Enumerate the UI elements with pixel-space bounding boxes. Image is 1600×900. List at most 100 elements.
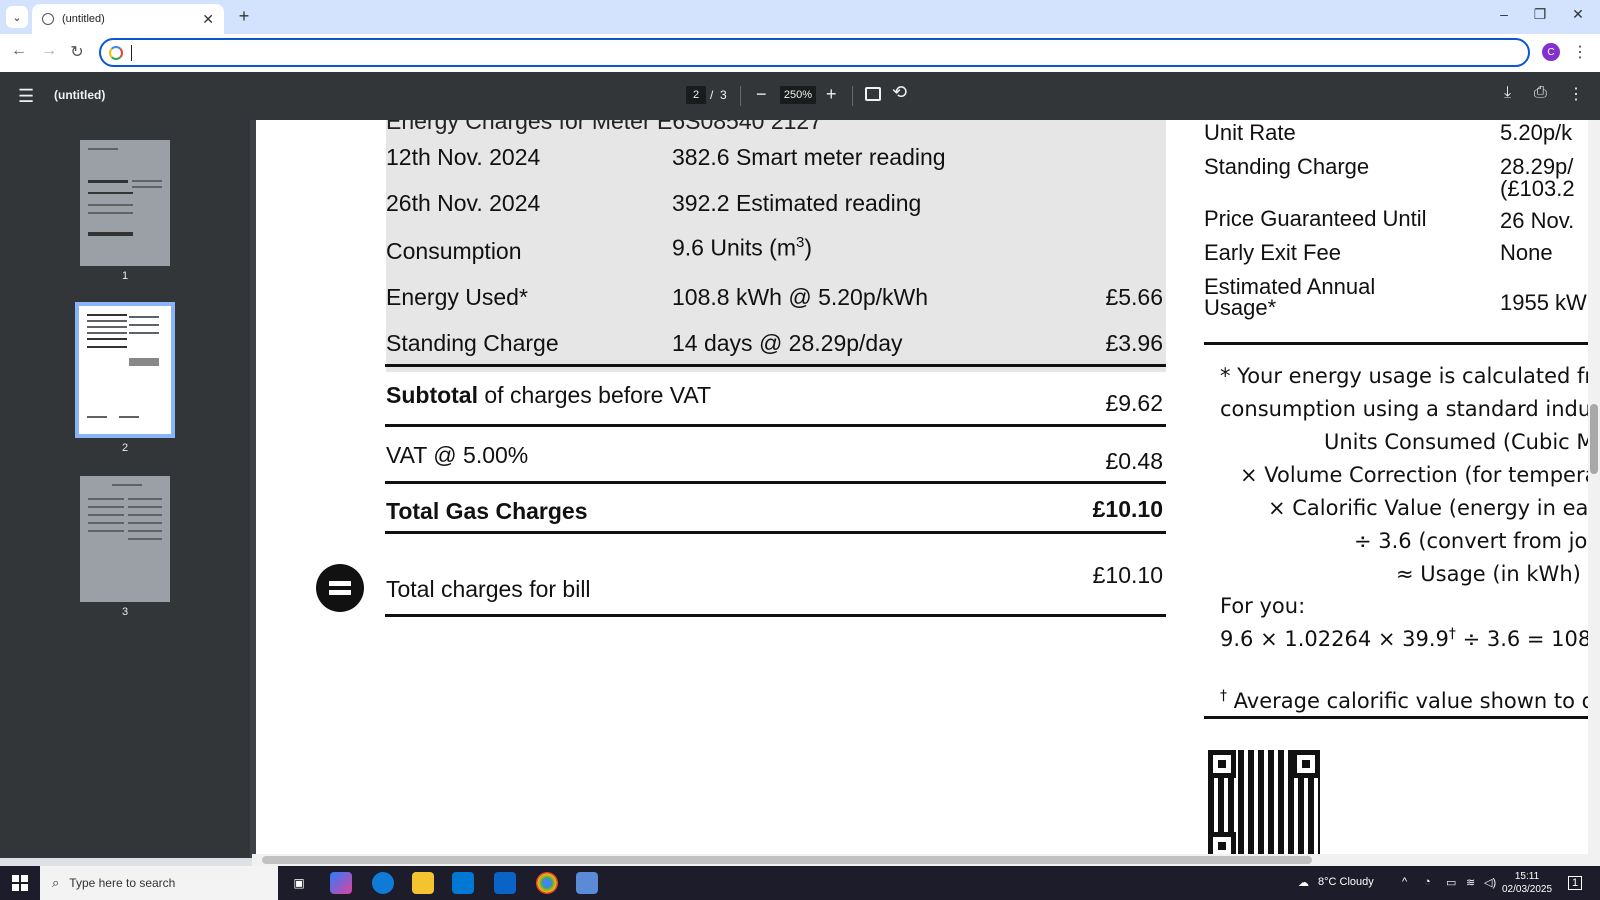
thumbnail-number: 2	[121, 442, 129, 454]
outlook-icon[interactable]	[494, 872, 516, 894]
subtotal-label: Subtotal of charges before VAT	[386, 382, 712, 408]
reading-value: 392.2 Estimated reading	[672, 190, 922, 216]
page-separator: /	[710, 88, 714, 102]
page-thumbnail-3[interactable]	[80, 476, 170, 602]
browser-menu-icon[interactable]: ⋮	[1572, 42, 1588, 62]
edge-icon[interactable]	[372, 872, 394, 894]
taskbar-clock[interactable]: 15:11 02/03/2025	[1502, 870, 1552, 896]
profile-avatar[interactable]: C	[1542, 43, 1560, 61]
consumption-label: Consumption	[386, 238, 522, 264]
tab-close-icon[interactable]: ✕	[202, 11, 214, 28]
tab-title: (untitled)	[62, 13, 105, 25]
new-tab-button[interactable]: +	[234, 6, 254, 27]
divider	[1204, 342, 1588, 345]
text-cursor	[131, 44, 132, 61]
zoom-in-icon[interactable]: +	[826, 84, 837, 105]
tray-chevron-icon[interactable]: ^	[1402, 876, 1407, 888]
fit-to-page-icon[interactable]	[865, 87, 881, 101]
address-bar[interactable]	[99, 38, 1530, 67]
footnote-line: † Average calorific value shown to on	[1220, 688, 1588, 713]
tab-search-chevron-icon[interactable]: ⌄	[6, 6, 28, 28]
task-view-icon[interactable]: ▣	[288, 872, 310, 894]
consumption-value: 9.6 Units (m3)	[672, 234, 812, 261]
battery-icon[interactable]: ▭	[1446, 876, 1456, 889]
tariff-value-annual: (£103.2	[1500, 176, 1575, 201]
notification-badge[interactable]: 1	[1568, 876, 1583, 890]
horizontal-scrollbar[interactable]	[252, 854, 1600, 866]
zoom-input[interactable]: 250%	[780, 86, 816, 104]
divider	[385, 364, 1166, 367]
tariff-label-line2: Usage*	[1204, 295, 1277, 320]
print-icon[interactable]: ⎙	[1534, 84, 1547, 102]
horizontal-scroll-thumb[interactable]	[262, 856, 1312, 864]
app-icon[interactable]	[576, 872, 598, 894]
chrome-icon[interactable]	[536, 872, 558, 894]
standing-charge-value: 14 days @ 28.29p/day	[672, 330, 903, 356]
thumbnail-sidebar: 1 2 3	[0, 120, 252, 858]
standing-charge-amount: £3.96	[1105, 330, 1163, 356]
standing-charge-label: Standing Charge	[386, 330, 559, 356]
page-thumbnail-2[interactable]	[75, 302, 175, 438]
file-explorer-icon[interactable]	[412, 872, 434, 894]
reading-date: 12th Nov. 2024	[386, 144, 541, 170]
page-total: 3	[720, 88, 727, 102]
qr-code	[1208, 750, 1320, 854]
download-icon[interactable]: ⤓	[1504, 84, 1511, 102]
back-arrow-icon[interactable]: ←	[8, 42, 30, 60]
note-line: × Volume Correction (for temperatu	[1240, 463, 1588, 487]
subtotal-amount: £9.62	[1105, 390, 1163, 416]
store-icon[interactable]	[452, 872, 474, 894]
volume-icon[interactable]: ◁)	[1484, 876, 1496, 889]
energy-used-amount: £5.66	[1105, 284, 1163, 310]
divider	[1204, 716, 1588, 719]
note-line: ≈ Usage (in kWh)	[1396, 562, 1581, 586]
zoom-out-icon[interactable]: −	[756, 84, 767, 105]
note-line: For you:	[1220, 594, 1306, 618]
browser-tab[interactable]: (untitled) ✕	[32, 4, 224, 34]
weather-text[interactable]: 8°C Cloudy	[1318, 876, 1374, 888]
minimize-icon[interactable]: –	[1494, 6, 1514, 22]
table-header-partial: Energy Charges for Meter E6S08540 2127	[386, 120, 822, 134]
search-icon: ⌕	[52, 875, 60, 890]
windows-start-icon[interactable]	[12, 875, 28, 891]
total-gas-amount: £10.10	[1092, 496, 1163, 522]
restore-icon[interactable]: ❐	[1530, 6, 1550, 23]
vertical-scrollbar[interactable]	[1588, 120, 1600, 854]
page-number-input[interactable]: 2	[686, 86, 706, 104]
taskbar-search[interactable]: ⌕ Type here to search	[40, 866, 278, 900]
forward-arrow-icon[interactable]: →	[38, 42, 60, 60]
note-line: Units Consumed (Cubic M	[1324, 430, 1588, 454]
divider	[385, 424, 1166, 427]
pdf-page-view[interactable]: Energy Charges for Meter E6S08540 2127 1…	[256, 120, 1588, 854]
tariff-value: 5.20p/k	[1500, 120, 1573, 145]
tab-strip: ⌄ (untitled) ✕ + – ❐ ✕	[0, 0, 1600, 34]
rotate-icon[interactable]: ⟲	[892, 82, 907, 103]
hamburger-menu-icon[interactable]: ☰	[18, 86, 34, 107]
copilot-icon[interactable]	[330, 872, 352, 894]
divider	[385, 614, 1166, 617]
close-window-icon[interactable]: ✕	[1568, 6, 1588, 23]
globe-icon	[42, 13, 54, 25]
tariff-value: 1955 kW	[1500, 290, 1587, 315]
network-icon[interactable]: ◔	[1424, 876, 1431, 888]
equals-icon	[316, 564, 364, 612]
more-actions-icon[interactable]: ⋮	[1568, 84, 1584, 104]
note-line: consumption using a standard industi	[1220, 397, 1588, 421]
vertical-scroll-thumb[interactable]	[1590, 404, 1598, 474]
tariff-label: Price Guaranteed Until	[1204, 206, 1427, 231]
note-line: ÷ 3.6 (convert from joule	[1354, 529, 1588, 553]
wifi-icon[interactable]: ≋	[1466, 876, 1475, 889]
toolbar-divider	[740, 86, 741, 106]
formula-line: 9.6 × 1.02264 × 39.9† ÷ 3.6 = 108.8	[1220, 626, 1588, 651]
reading-date: 26th Nov. 2024	[386, 190, 541, 216]
vat-label: VAT @ 5.00%	[386, 442, 529, 468]
tariff-value: None	[1500, 240, 1553, 265]
vat-amount: £0.48	[1105, 448, 1163, 474]
total-bill-amount: £10.10	[1092, 562, 1163, 588]
thumbnail-number: 1	[121, 270, 129, 282]
reading-value: 382.6 Smart meter reading	[672, 144, 946, 170]
energy-used-value: 108.8 kWh @ 5.20p/kWh	[672, 284, 929, 310]
tariff-label: Early Exit Fee	[1204, 240, 1341, 265]
page-thumbnail-1[interactable]	[80, 140, 170, 266]
reload-icon[interactable]: ↻	[66, 42, 88, 62]
